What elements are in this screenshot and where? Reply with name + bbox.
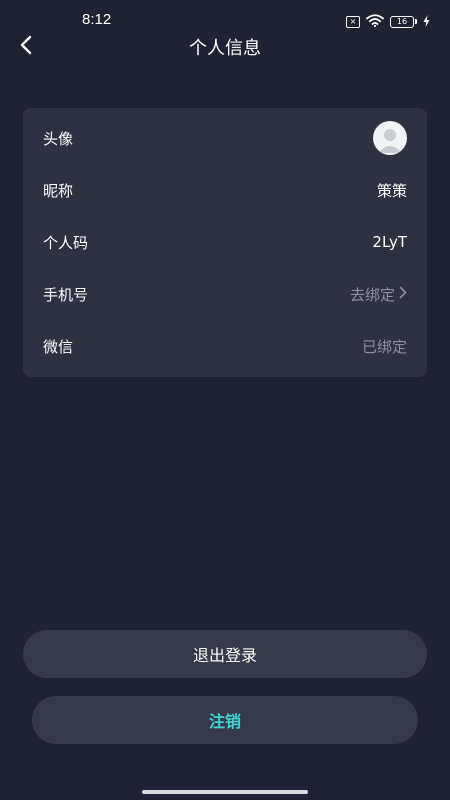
nickname-row[interactable]: 昵称 策策 (23, 164, 427, 216)
battery-level: 16 (390, 15, 414, 28)
sim-error-icon: × (346, 15, 360, 28)
personal-code-row[interactable]: 个人码 2LyT (23, 216, 427, 268)
personal-code-label: 个人码 (43, 233, 89, 252)
status-time: 8:12 (82, 11, 112, 28)
wechat-value: 已绑定 (361, 337, 407, 356)
logout-button[interactable]: 退出登录 (23, 630, 427, 678)
avatar-row[interactable]: 头像 (23, 112, 427, 164)
wechat-label: 微信 (43, 337, 74, 356)
phone-label: 手机号 (43, 285, 89, 304)
profile-card: 头像 昵称 策策 个人码 2LyT 手机号 去绑定 微信 已绑定 (23, 108, 427, 377)
page-title: 个人信息 (189, 38, 261, 59)
chevron-right-icon (399, 285, 407, 303)
nickname-value: 策策 (376, 181, 407, 200)
personal-code-value: 2LyT (372, 233, 407, 251)
avatar-label: 头像 (43, 129, 74, 148)
home-indicator[interactable] (142, 790, 308, 794)
phone-bind-text: 去绑定 (349, 285, 395, 304)
nickname-label: 昵称 (43, 181, 74, 200)
header: 个人信息 (0, 28, 450, 64)
avatar[interactable] (373, 121, 407, 155)
battery-icon: 16 (390, 15, 417, 28)
cancel-account-button[interactable]: 注销 (32, 696, 418, 744)
phone-value: 去绑定 (350, 284, 407, 305)
wechat-row[interactable]: 微信 已绑定 (23, 320, 427, 372)
phone-row[interactable]: 手机号 去绑定 (23, 268, 427, 320)
